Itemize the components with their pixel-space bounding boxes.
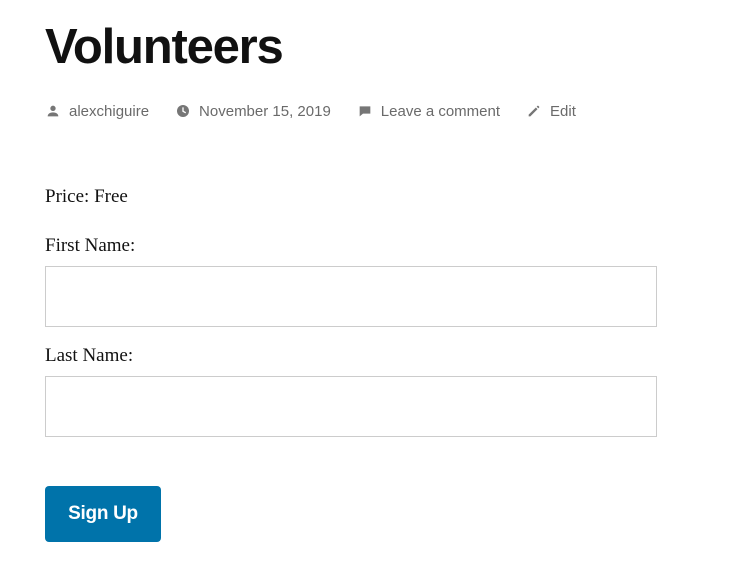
price-text: Price: Free	[45, 186, 128, 207]
pencil-icon	[526, 103, 542, 119]
author-name: alexchiguire	[69, 102, 150, 120]
clock-icon	[175, 103, 191, 119]
last-name-label: Last Name:	[45, 345, 134, 366]
first-name-input[interactable]	[45, 266, 657, 327]
author-link[interactable]: alexchiguire	[45, 103, 149, 120]
last-name-wrapper	[45, 376, 657, 437]
comment-link[interactable]: Leave a comment	[357, 103, 500, 120]
edit-link[interactable]: Edit	[526, 103, 576, 120]
page-title: Volunteers	[45, 20, 284, 74]
edit-label: Edit	[550, 102, 576, 120]
post-meta: alexchiguire November 15, 2019 Leave a c…	[45, 99, 602, 123]
last-name-input[interactable]	[45, 376, 657, 437]
first-name-wrapper	[45, 266, 657, 327]
comment-icon	[357, 103, 373, 119]
person-icon	[45, 103, 61, 119]
comment-label: Leave a comment	[380, 102, 501, 120]
first-name-label: First Name:	[45, 235, 136, 256]
post-date: November 15, 2019	[199, 102, 331, 120]
date-link[interactable]: November 15, 2019	[175, 103, 331, 120]
sign-up-button[interactable]: Sign Up	[45, 486, 161, 542]
